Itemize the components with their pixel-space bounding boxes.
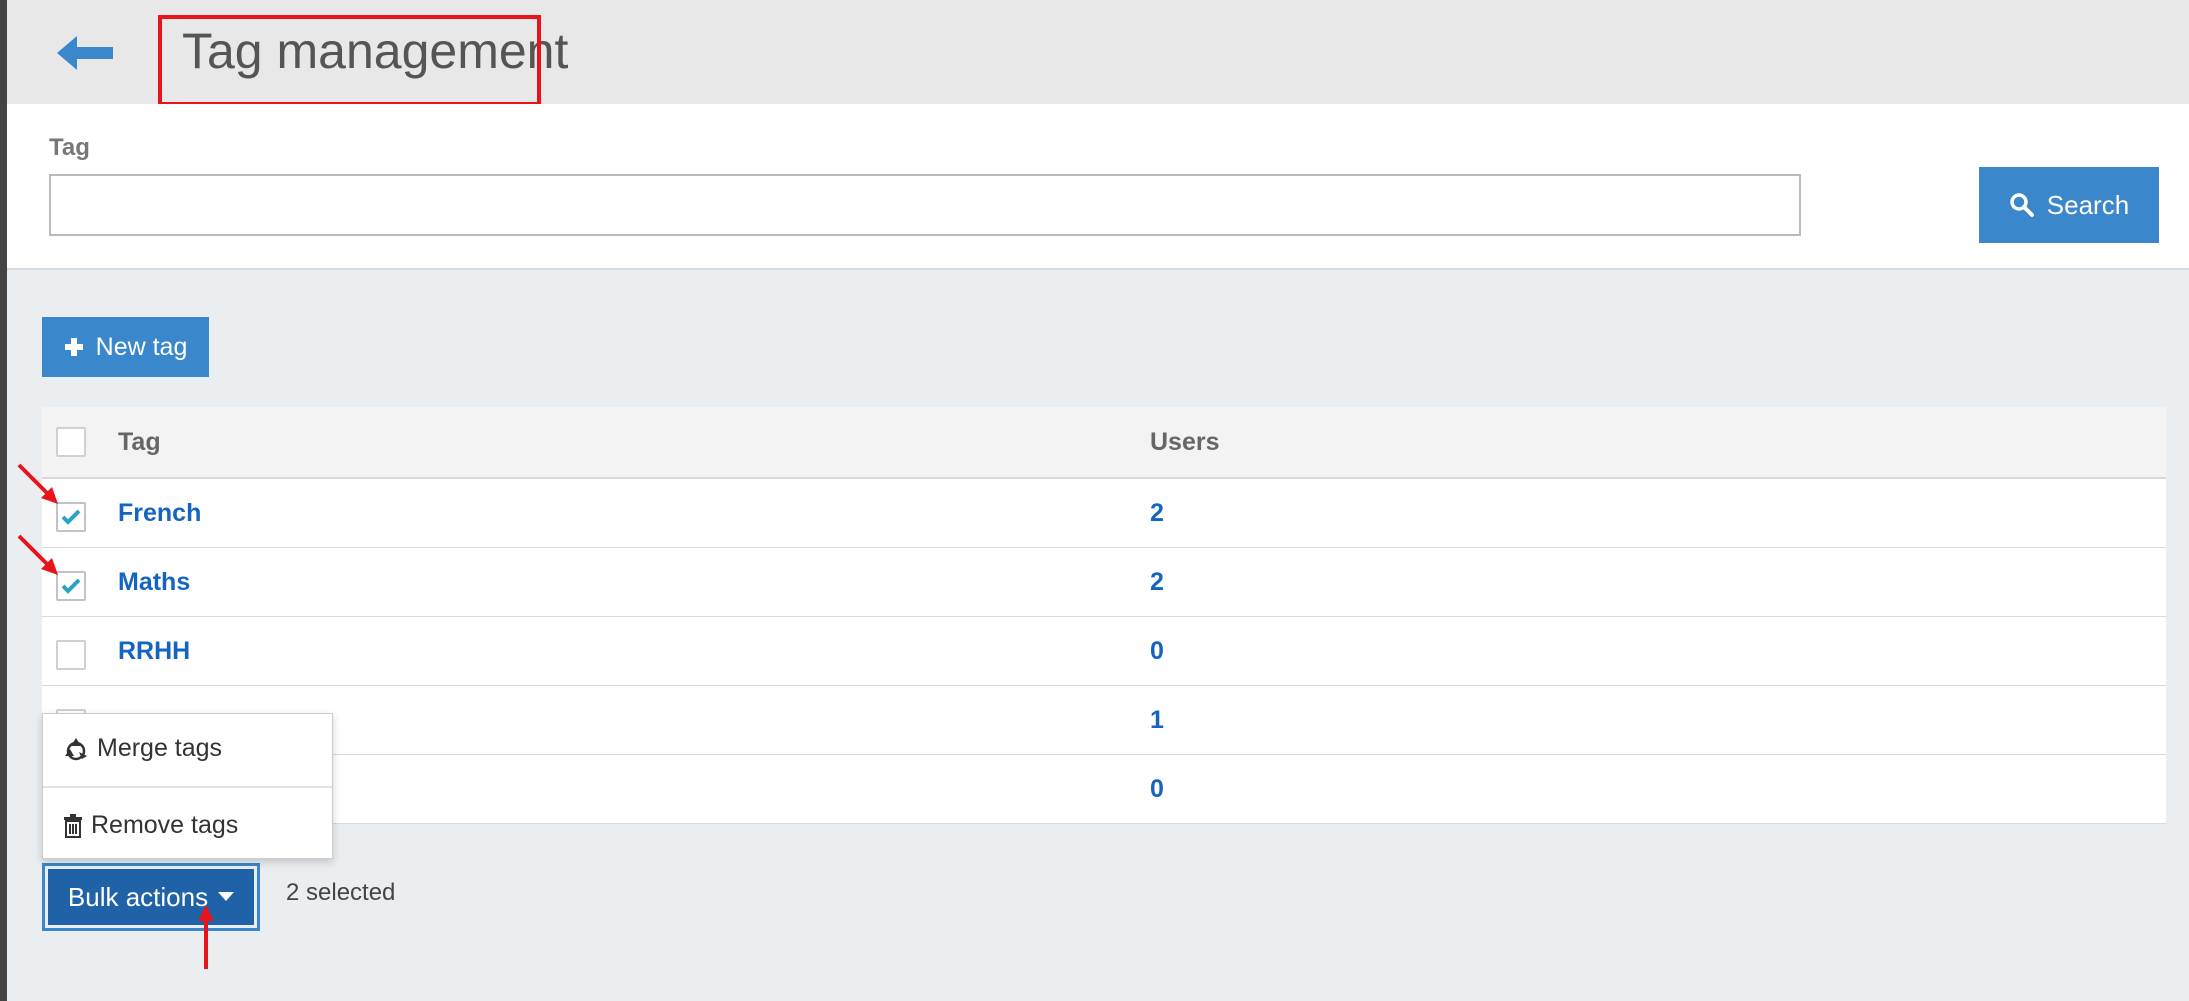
tag-link[interactable]: RRHH (118, 637, 190, 666)
caret-down-icon (218, 892, 235, 901)
search-button[interactable]: Search (1979, 167, 2159, 243)
arrow-left-icon (57, 36, 113, 70)
merge-tags-label: Merge tags (97, 734, 223, 762)
search-button-label: Search (2046, 189, 2130, 220)
column-header-users: Users (1150, 427, 1220, 456)
tag-link[interactable]: Maths (118, 568, 190, 597)
tag-link[interactable]: French (118, 499, 201, 528)
bulk-actions-button[interactable]: Bulk actions (48, 869, 254, 925)
row-checkbox[interactable] (56, 640, 86, 670)
menu-item-remove-tags[interactable]: Remove tags (63, 811, 238, 840)
checkmark-icon (61, 578, 81, 594)
window-edge (0, 0, 7, 1001)
users-count-link[interactable]: 0 (1150, 775, 1164, 804)
tag-search-input[interactable] (49, 174, 1801, 236)
back-button[interactable] (57, 30, 129, 76)
table-row: 1 (42, 686, 2166, 755)
search-panel: Tag Search (7, 104, 2189, 270)
menu-item-merge-tags[interactable]: Merge tags (63, 734, 222, 763)
recycle-icon (65, 737, 87, 760)
search-icon (2010, 193, 2034, 217)
users-count-link[interactable]: 1 (1150, 706, 1164, 735)
trash-icon (64, 813, 82, 838)
table-row: RRHH 0 (42, 617, 2166, 686)
users-count-link[interactable]: 2 (1150, 568, 1164, 597)
table-row: 0 (42, 755, 2166, 824)
row-checkbox[interactable] (56, 571, 86, 601)
checkmark-icon (61, 509, 81, 525)
select-all-checkbox[interactable] (56, 427, 86, 457)
selected-count: 2 selected (286, 879, 396, 906)
plus-icon (64, 338, 83, 356)
menu-divider (43, 786, 332, 788)
remove-tags-label: Remove tags (91, 811, 239, 839)
bulk-actions-label: Bulk actions (67, 881, 209, 912)
table-header: Tag Users (42, 407, 2166, 479)
tags-table: Tag Users French 2 Maths 2 RRHH 0 1 0 (42, 407, 2166, 824)
tag-field-label: Tag (49, 134, 90, 161)
users-count-link[interactable]: 0 (1150, 637, 1164, 666)
column-header-tag: Tag (118, 427, 161, 456)
new-tag-label: New tag (95, 332, 188, 361)
bulk-actions-menu: Merge tags Remove tags (42, 713, 333, 859)
users-count-link[interactable]: 2 (1150, 499, 1164, 528)
row-checkbox[interactable] (56, 502, 86, 532)
bulk-actions-focus-ring: Bulk actions (42, 863, 260, 931)
new-tag-button[interactable]: New tag (42, 317, 209, 377)
table-row: French 2 (42, 479, 2166, 548)
table-row: Maths 2 (42, 548, 2166, 617)
annotation-title-box (158, 15, 541, 106)
